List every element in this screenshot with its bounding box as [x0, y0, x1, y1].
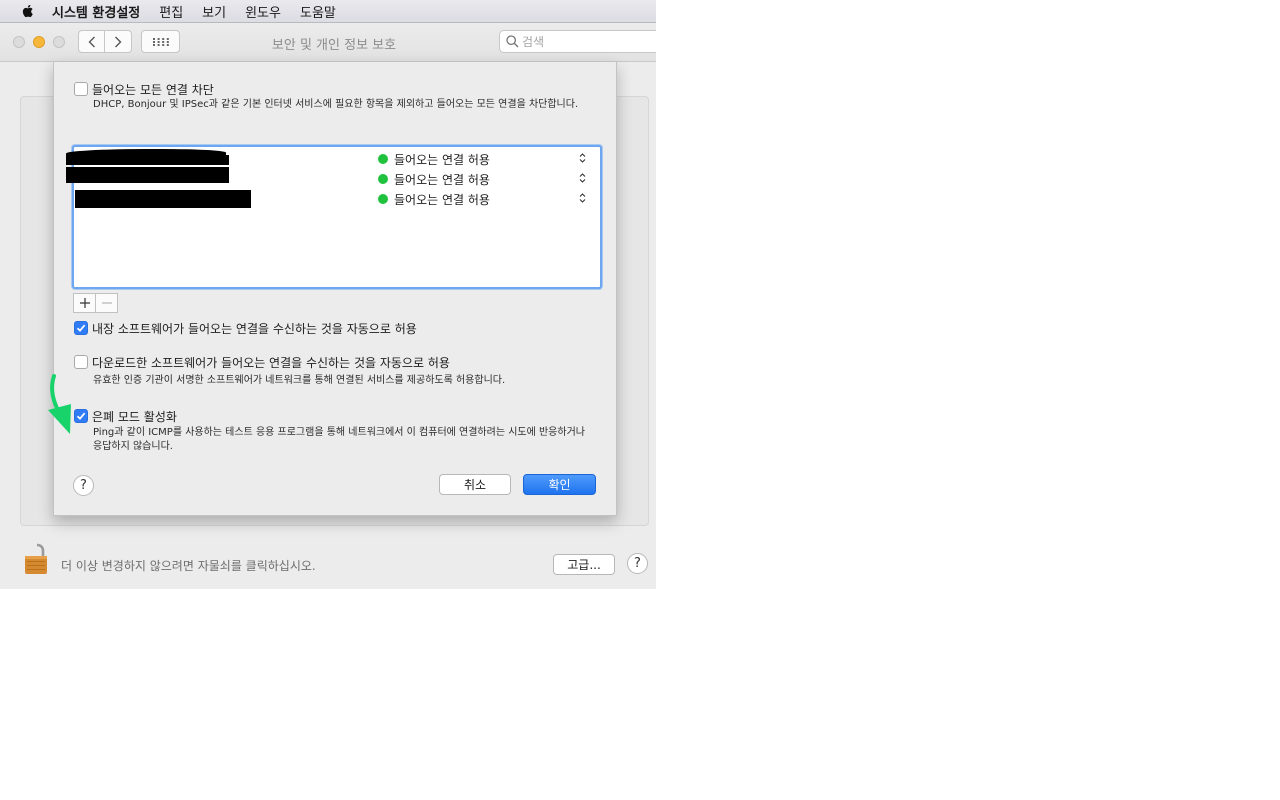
stealth-mode-label: 은폐 모드 활성화 [92, 410, 177, 424]
cancel-button[interactable]: 취소 [439, 474, 511, 495]
apple-menu-icon[interactable] [20, 3, 36, 19]
block-all-description: DHCP, Bonjour 및 IPSec과 같은 기본 인터넷 서비스에 필요… [93, 99, 579, 110]
status-dot-green [378, 174, 388, 184]
lock-icon[interactable] [24, 542, 50, 580]
block-all-checkbox[interactable] [74, 82, 88, 96]
status-dot-green [378, 154, 388, 164]
stealth-mode-description: Ping과 같이 ICMP를 사용하는 테스트 응용 프로그램을 통해 네트워크… [93, 427, 585, 452]
connection-status[interactable]: 들어오는 연결 허용 [394, 151, 490, 168]
connection-status[interactable]: 들어오는 연결 허용 [394, 171, 490, 188]
preferences-window: 보안 및 개인 정보 보호 더 이상 변경하지 않으려면 자물쇠를 클릭하십시오… [0, 23, 656, 589]
stepper-icon[interactable] [579, 192, 586, 204]
firewall-options-sheet: 들어오는 모든 연결 차단 DHCP, Bonjour 및 IPSec과 같은 … [53, 62, 617, 516]
advanced-button[interactable]: 고급... [553, 554, 615, 575]
lock-instruction-text: 더 이상 변경하지 않으려면 자물쇠를 클릭하십시오. [61, 559, 316, 573]
downloaded-software-description: 유효한 인증 기관이 서명한 소프트웨어가 네트워크를 통해 연결된 서비스를 … [93, 375, 506, 386]
menu-help[interactable]: 도움말 [300, 2, 336, 21]
redacted-app-name [66, 167, 229, 183]
menu-view[interactable]: 보기 [202, 2, 226, 21]
app-row[interactable]: 들어오는 연결 허용 [66, 149, 596, 169]
checkmark-icon [76, 412, 86, 420]
menu-bar: 시스템 환경설정 편집 보기 윈도우 도움말 [0, 0, 656, 23]
search-input[interactable] [522, 33, 652, 50]
menu-edit[interactable]: 편집 [159, 2, 183, 21]
ok-button[interactable]: 확인 [523, 474, 596, 495]
green-arrow-annotation-icon [48, 374, 71, 434]
stepper-icon[interactable] [579, 172, 586, 184]
search-field[interactable] [499, 30, 656, 53]
menu-window[interactable]: 윈도우 [245, 2, 281, 21]
title-bar: 보안 및 개인 정보 보호 [0, 23, 656, 62]
builtin-software-label: 내장 소프트웨어가 들어오는 연결을 수신하는 것을 자동으로 허용 [92, 322, 417, 336]
app-row[interactable]: 들어오는 연결 허용 [66, 167, 596, 189]
block-all-label: 들어오는 모든 연결 차단 [92, 83, 214, 97]
application-list[interactable]: 들어오는 연결 허용 들어오는 연결 허용 들어오는 연결 허용 [66, 145, 602, 289]
help-button[interactable]: ? [627, 553, 648, 574]
menu-app-name[interactable]: 시스템 환경설정 [52, 2, 140, 21]
connection-status[interactable]: 들어오는 연결 허용 [394, 191, 490, 208]
redacted-app-name [75, 190, 251, 208]
checkmark-icon [76, 324, 86, 332]
status-dot-green [378, 194, 388, 204]
help-button[interactable]: ? [73, 475, 94, 496]
downloaded-software-checkbox[interactable] [74, 355, 88, 369]
plus-icon [79, 298, 90, 308]
minus-icon [101, 302, 112, 304]
stealth-mode-checkbox[interactable] [74, 409, 88, 423]
stepper-icon[interactable] [579, 152, 586, 164]
builtin-software-checkbox[interactable] [74, 321, 88, 335]
search-icon [506, 35, 519, 48]
app-row[interactable]: 들어오는 연결 허용 [74, 189, 596, 209]
remove-app-button[interactable] [96, 294, 117, 312]
downloaded-software-label: 다운로드한 소프트웨어가 들어오는 연결을 수신하는 것을 자동으로 허용 [92, 356, 450, 370]
add-app-button[interactable] [74, 294, 96, 312]
redacted-app-name [66, 155, 229, 165]
add-remove-control [73, 293, 118, 313]
